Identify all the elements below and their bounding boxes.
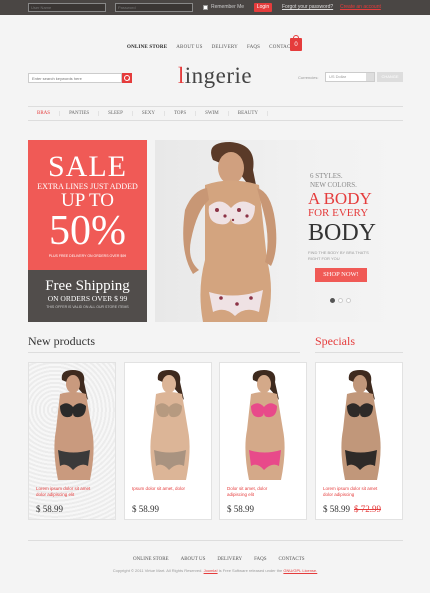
sale-fine-print: PLUS FREE DELIVERY ON ORDERS OVER $99 xyxy=(48,254,127,258)
product-name-link[interactable]: Dolor sit amet, dolor adipiscing elit xyxy=(227,486,303,498)
nav-online-store[interactable]: ONLINE STORE xyxy=(127,45,167,50)
product-grid: Lorem ipsum dolor sit amet dolor adipisci… xyxy=(28,362,403,520)
joomla-link[interactable]: Joomla! xyxy=(204,568,218,573)
currency-select[interactable]: US Dollar xyxy=(325,72,375,82)
sale-percent: 50% xyxy=(49,208,126,254)
shipping-orders: ON ORDERS OVER $ 99 xyxy=(47,294,128,303)
product-image[interactable] xyxy=(227,370,301,480)
shop-now-button[interactable]: SHOP NOW! xyxy=(315,268,367,282)
create-account-link[interactable]: Create an account xyxy=(340,4,381,10)
logo-first-letter: l xyxy=(177,63,185,88)
category-sexy[interactable]: SEXY xyxy=(133,111,165,116)
top-nav: ONLINE STORE ABOUT US DELIVERY FAQS CONT… xyxy=(127,45,297,50)
model-image xyxy=(183,142,277,322)
product-card[interactable]: Ipsum dolor sit amet, dolor $ 58.99 xyxy=(124,362,212,520)
nav-about-us[interactable]: ABOUT US xyxy=(176,45,202,50)
sale-heading: SALE xyxy=(48,150,127,183)
currency-selected: US Dollar xyxy=(329,74,347,79)
product-name-line2: dolor adipiscing elit xyxy=(36,492,75,497)
category-panties[interactable]: PANTIES xyxy=(60,111,100,116)
product-name-link[interactable]: Ipsum dolor sit amet, dolor xyxy=(132,486,208,492)
footer-faqs[interactable]: FAQS xyxy=(254,557,266,562)
footer-divider xyxy=(28,540,403,541)
cart-icon[interactable]: 0 xyxy=(290,35,302,51)
cart-count: 0 xyxy=(294,42,298,48)
search-input[interactable] xyxy=(28,73,122,83)
product-price: $ 58.99 xyxy=(227,504,254,514)
password-input[interactable] xyxy=(115,3,193,12)
search-icon[interactable] xyxy=(122,73,132,83)
slider-dot-1[interactable] xyxy=(330,298,335,303)
product-card[interactable]: Dolor sit amet, dolor adipiscing elit $ 5… xyxy=(219,362,307,520)
slider-tagline: 6 STYLES. NEW COLORS. xyxy=(310,172,357,190)
product-price: $ 58.99 xyxy=(323,504,350,514)
remember-me-label: Remember Me xyxy=(211,4,245,10)
category-sleep[interactable]: SLEEP xyxy=(99,111,133,116)
category-beauty[interactable]: BEAUTY xyxy=(229,111,269,116)
product-name-link[interactable]: Lorem ipsum dolor sit amet dolor adipisci… xyxy=(36,486,112,498)
slider-dot-2[interactable] xyxy=(338,298,343,303)
slider-heading-1: A BODY xyxy=(308,189,372,208)
specials-heading: Specials xyxy=(315,334,355,348)
product-name-link[interactable]: Lorem ipsum dolor sit amet dolor adipisci… xyxy=(323,486,399,498)
footer-about-us[interactable]: ABOUT US xyxy=(181,557,206,562)
hero-slider[interactable]: 6 STYLES. NEW COLORS. A BODY FOR EVERY BO… xyxy=(155,140,403,322)
shipping-banner[interactable]: Free Shipping ON ORDERS OVER $ 99 THIS O… xyxy=(28,270,147,322)
shipping-heading: Free Shipping xyxy=(45,278,130,294)
product-card[interactable]: Lorem ipsum dolor sit amet dolor adipisci… xyxy=(315,362,403,520)
site-logo[interactable]: lingerie xyxy=(160,63,270,89)
forgot-password-link[interactable]: Forgot your password? xyxy=(282,4,333,10)
copyright: Copyright © 2011 Virtue Mart. All Rights… xyxy=(0,568,430,573)
footer-delivery[interactable]: DELIVERY xyxy=(217,557,242,562)
nav-delivery[interactable]: DELIVERY xyxy=(212,45,238,50)
nav-faqs[interactable]: FAQS xyxy=(247,45,260,50)
product-card[interactable]: Lorem ipsum dolor sit amet dolor adipisci… xyxy=(28,362,116,520)
slider-pagination xyxy=(330,298,351,303)
copyright-prefix: Copyright © 2011 Virtue Mart. All Rights… xyxy=(112,568,204,573)
product-name-line2: adipiscing elit xyxy=(227,492,255,497)
slider-styles: 6 STYLES. xyxy=(310,172,343,180)
username-input[interactable] xyxy=(28,3,106,12)
category-swim[interactable]: SWIM xyxy=(196,111,229,116)
section-divider xyxy=(315,352,403,353)
currency-label: Currencies: xyxy=(298,75,319,80)
sale-banner[interactable]: SALE EXTRA LINES JUST ADDED UP TO 50% PL… xyxy=(28,140,147,270)
product-image[interactable] xyxy=(132,370,206,480)
shipping-fine-print: THIS OFFER IS VALID ON ALL OUR STORE ITE… xyxy=(46,305,129,309)
product-image[interactable] xyxy=(36,370,110,480)
product-name-line2: dolor adipiscing xyxy=(323,492,355,497)
license-link[interactable]: GNU/GPL License. xyxy=(283,568,317,573)
category-bar: BRAS PANTIES SLEEP SEXY TOPS SWIM BEAUTY xyxy=(28,106,403,121)
section-divider xyxy=(28,352,300,353)
new-products-heading: New products xyxy=(28,334,95,348)
footer-online-store[interactable]: ONLINE STORE xyxy=(133,557,169,562)
footer-contacts[interactable]: CONTACTS xyxy=(279,557,305,562)
category-tops[interactable]: TOPS xyxy=(165,111,197,116)
product-image[interactable] xyxy=(323,370,397,480)
footer-nav: ONLINE STORE ABOUT US DELIVERY FAQS CONT… xyxy=(133,557,305,562)
slider-heading-3: BODY xyxy=(308,220,377,246)
login-button[interactable]: Login xyxy=(254,3,272,12)
copyright-mid: is Free Software released under the xyxy=(217,568,284,573)
chevron-down-icon xyxy=(366,73,374,81)
logo-text: ingerie xyxy=(184,63,253,88)
product-name-line1: Ipsum dolor sit amet, dolor xyxy=(132,486,186,491)
product-price: $ 58.99 xyxy=(132,504,159,514)
slider-dot-3[interactable] xyxy=(346,298,351,303)
slider-description: FIND THE BODY BY BRA THAT'S RIGHT FOR YOU xyxy=(308,250,383,262)
remember-me-checkbox[interactable] xyxy=(203,5,208,10)
category-bras[interactable]: BRAS xyxy=(28,111,61,116)
login-bar: Remember Me Login Forgot your password? … xyxy=(0,0,430,15)
product-old-price: $ 72.99 xyxy=(354,504,381,514)
slider-find-line2: RIGHT FOR YOU xyxy=(308,256,340,261)
slider-heading-2: FOR EVERY xyxy=(308,207,369,219)
product-price: $ 58.99 xyxy=(36,504,63,514)
change-currency-button[interactable]: CHANGE xyxy=(377,72,403,82)
